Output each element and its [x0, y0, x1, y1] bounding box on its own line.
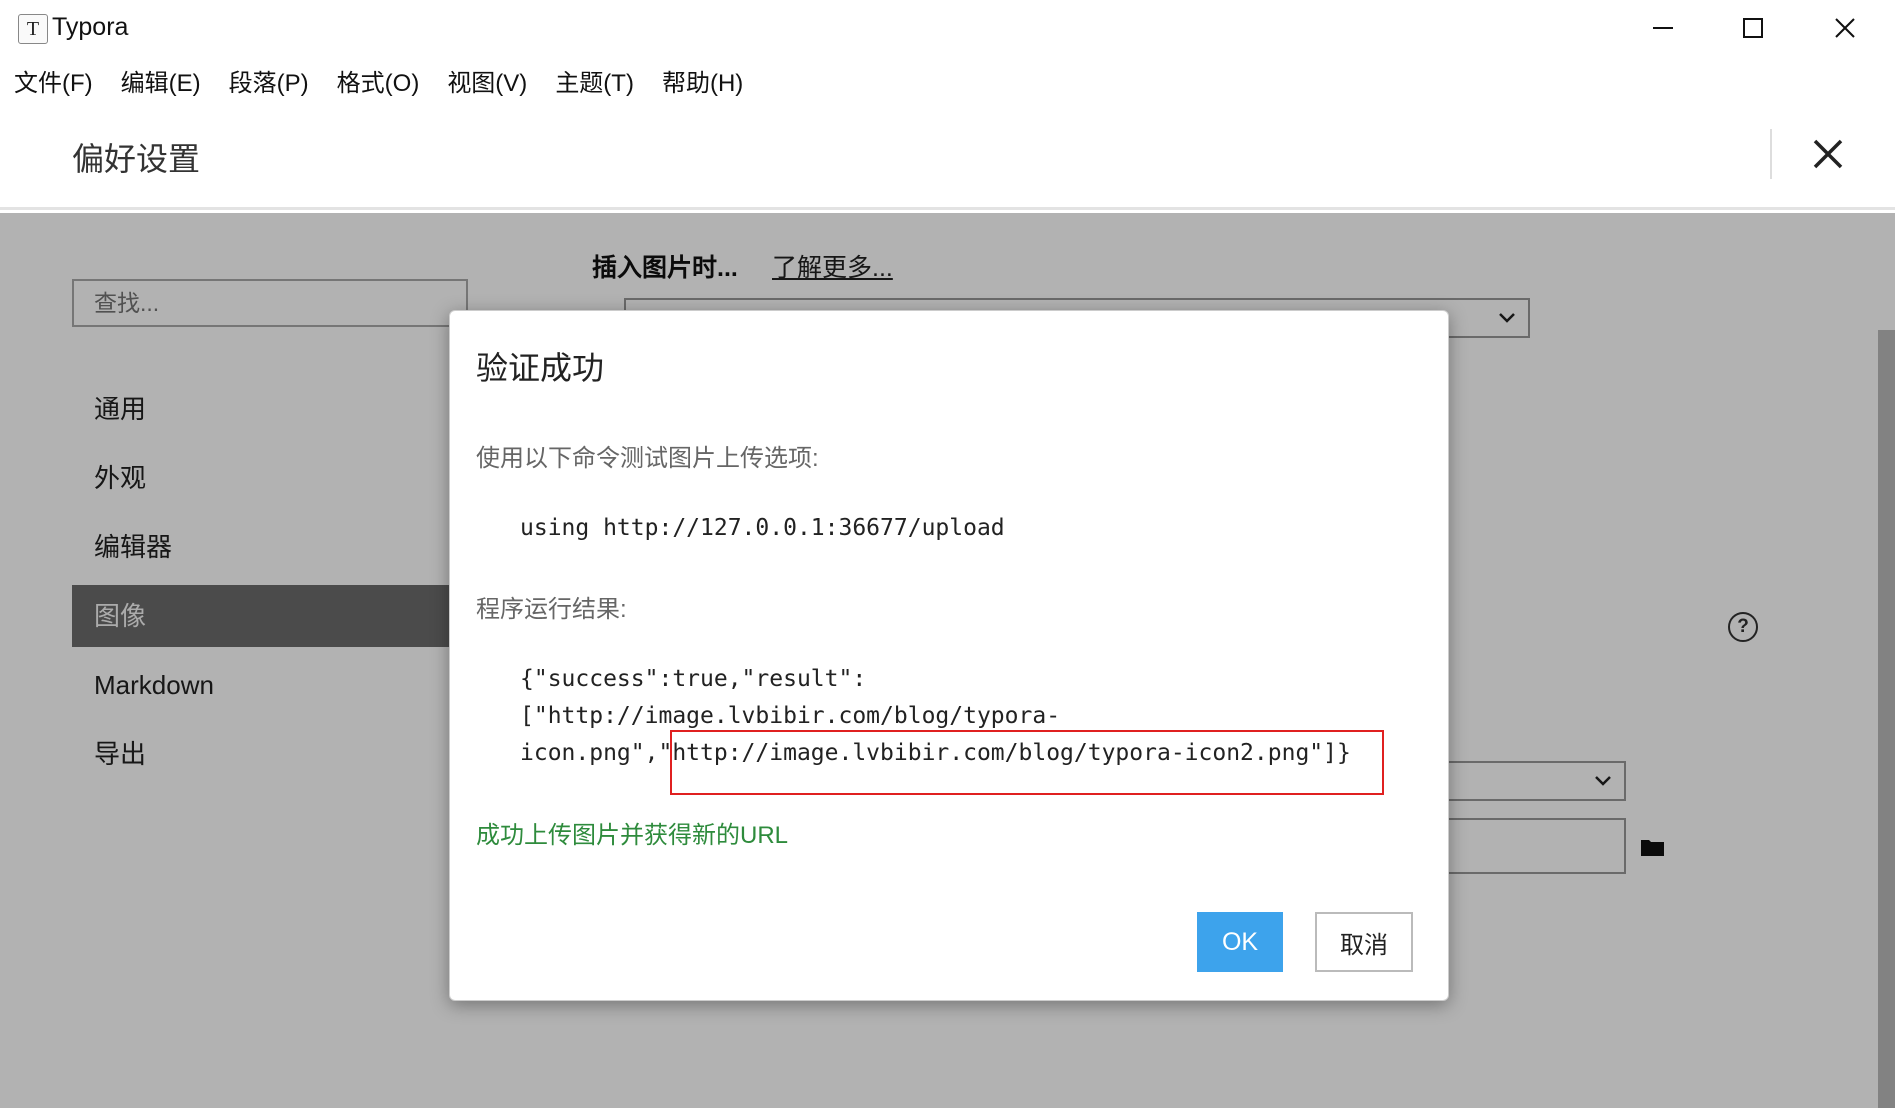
- minimize-icon: [1653, 27, 1673, 29]
- preferences-title: 偏好设置: [72, 141, 201, 177]
- menu-bar: 文件(F) 编辑(E) 段落(P) 格式(O) 视图(V) 主题(T) 帮助(H…: [0, 56, 1895, 104]
- maximize-button[interactable]: [1708, 0, 1798, 56]
- window-title: Typora: [52, 13, 129, 41]
- ok-button[interactable]: OK: [1197, 912, 1283, 972]
- menu-file[interactable]: 文件(F): [14, 63, 93, 98]
- close-icon: [1813, 139, 1843, 169]
- cancel-button[interactable]: 取消: [1315, 912, 1413, 972]
- dialog-title: 验证成功: [476, 350, 605, 386]
- result-label: 程序运行结果:: [476, 596, 627, 623]
- success-message: 成功上传图片并获得新的URL: [476, 822, 789, 849]
- menu-edit[interactable]: 编辑(E): [121, 63, 201, 98]
- title-bar: T Typora: [0, 0, 1895, 56]
- result-url-highlight: [670, 730, 1384, 795]
- menu-help[interactable]: 帮助(H): [662, 63, 743, 98]
- header-divider: [1770, 129, 1772, 179]
- preferences-close-button[interactable]: [1800, 126, 1856, 182]
- upload-command: using http://127.0.0.1:36677/upload: [520, 515, 1005, 541]
- menu-paragraph[interactable]: 段落(P): [229, 63, 309, 98]
- typora-app-icon: T: [18, 14, 48, 44]
- menu-themes[interactable]: 主题(T): [555, 63, 634, 98]
- verification-dialog: 验证成功 使用以下命令测试图片上传选项: using http://127.0.…: [449, 310, 1449, 1001]
- menu-format[interactable]: 格式(O): [337, 63, 420, 98]
- menu-view[interactable]: 视图(V): [447, 63, 527, 98]
- minimize-button[interactable]: [1618, 0, 1708, 56]
- close-icon: [1835, 18, 1855, 38]
- result-line-1: {"success":true,"result":: [520, 666, 867, 692]
- preferences-header: 偏好设置: [0, 104, 1895, 210]
- window-close-button[interactable]: [1800, 0, 1890, 56]
- maximize-icon: [1743, 18, 1763, 38]
- scrollbar[interactable]: [1878, 330, 1895, 1108]
- dialog-instruction: 使用以下命令测试图片上传选项:: [476, 445, 819, 472]
